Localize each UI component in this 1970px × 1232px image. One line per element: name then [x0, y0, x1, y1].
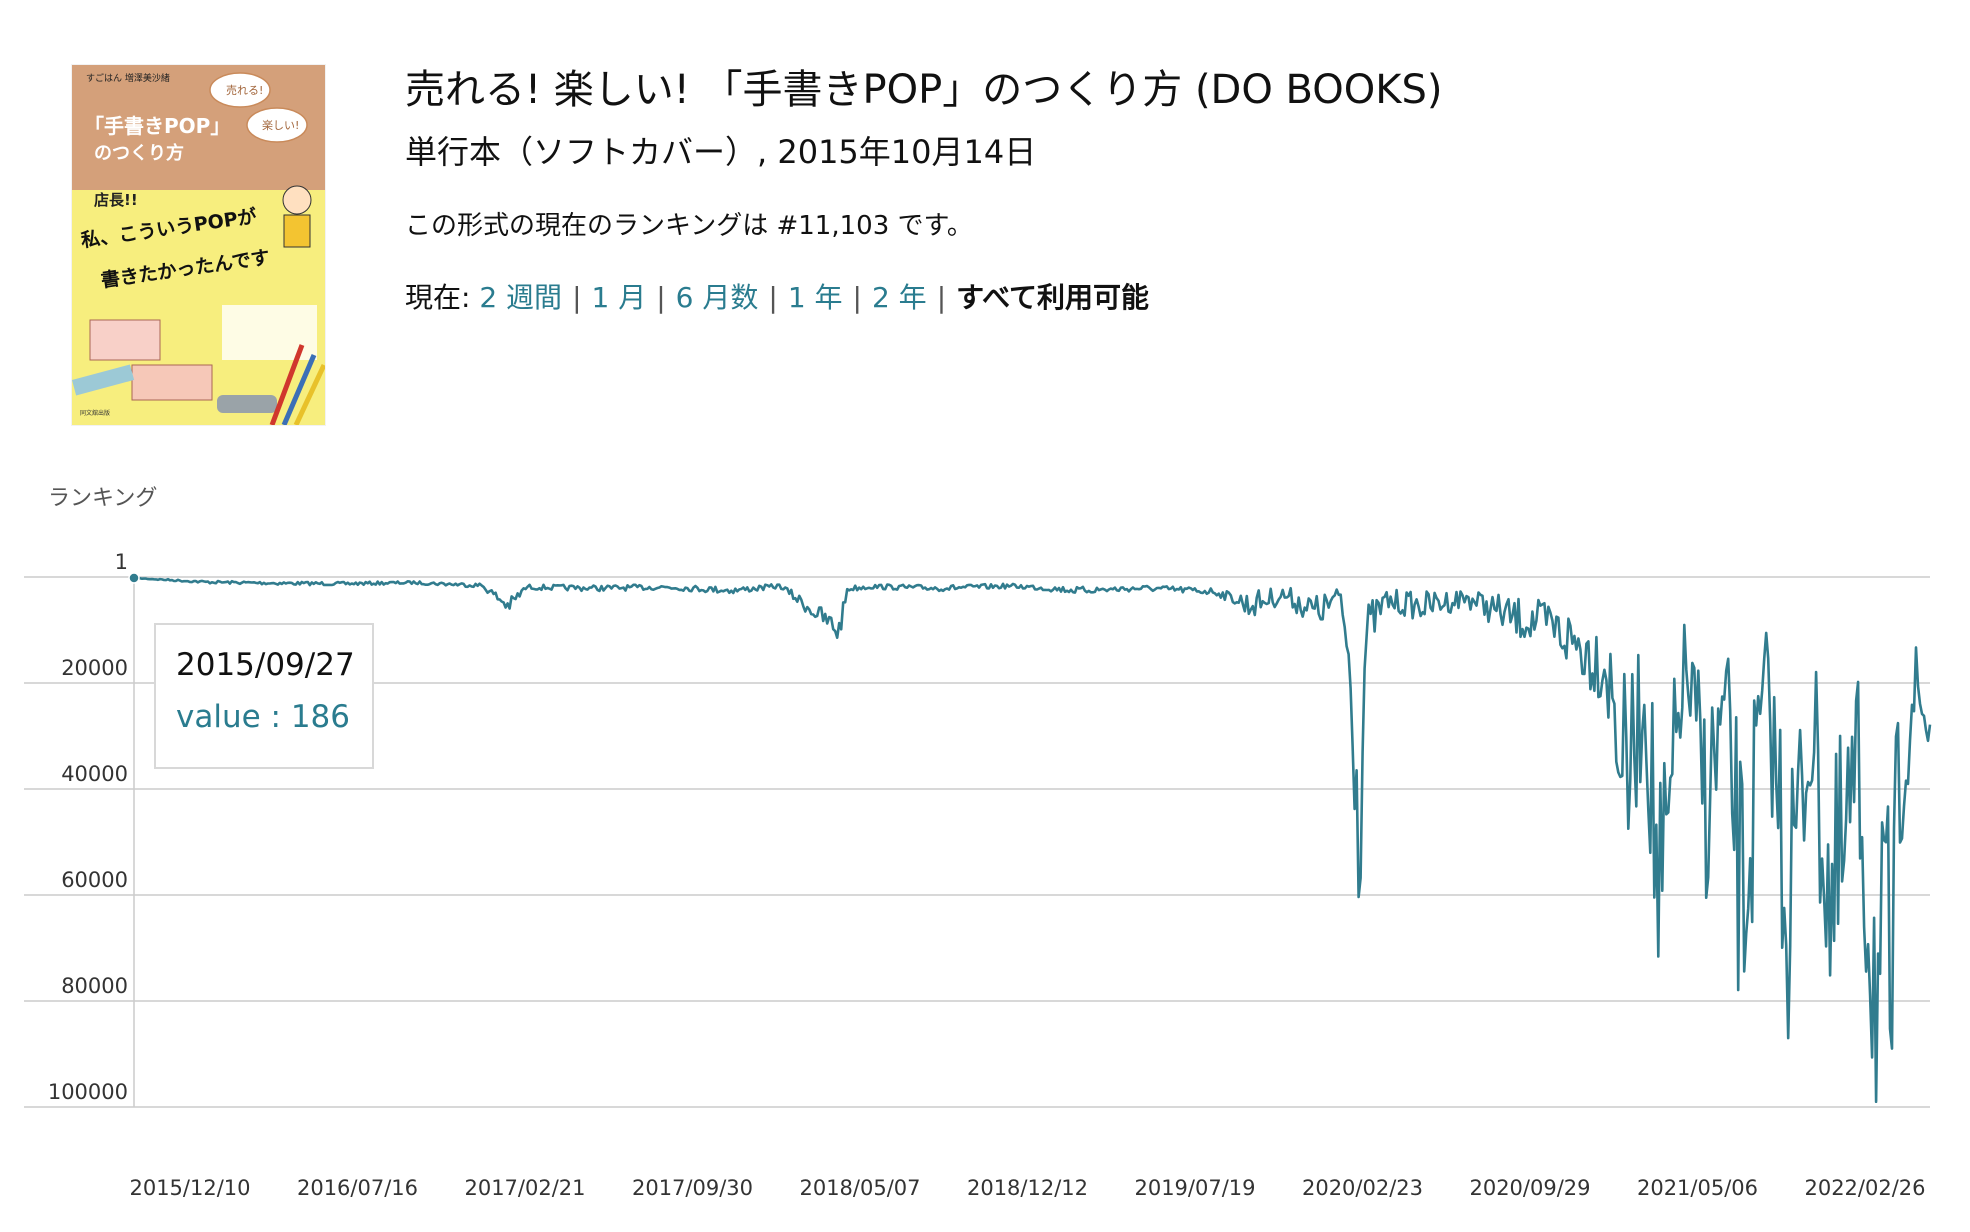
range-option-1-month[interactable]: 1 月	[592, 281, 647, 314]
range-separator: |	[936, 281, 947, 314]
range-selector: 現在: 2 週間 | 1 月 | 6 月数 | 1 年 | 2 年 | すべて利用可能	[405, 278, 1905, 318]
rank-chart[interactable]: ランキング 1 20000 40000 60000 80000 100000 2015/12/…	[0, 470, 1970, 1232]
rank-series-line	[133, 576, 1932, 1104]
y-tick-label: 1	[115, 550, 128, 574]
y-tick-label: 100000	[48, 1080, 128, 1104]
x-tick-label: 2018/12/12	[967, 1176, 1088, 1200]
tooltip-date: 2015/09/27	[176, 647, 355, 683]
range-separator: |	[656, 281, 666, 314]
x-tick-label: 2017/02/21	[464, 1176, 585, 1200]
range-separator: |	[572, 281, 582, 314]
cover-shop-label: 店長!!	[94, 191, 138, 209]
range-separator: |	[768, 281, 778, 314]
y-tick-label: 40000	[61, 762, 128, 786]
x-tick-label: 2020/02/23	[1302, 1176, 1423, 1200]
cover-title-line-1: 「手書きPOP」	[84, 114, 230, 138]
y-tick-label: 80000	[61, 974, 128, 998]
current-rank-text: この形式の現在のランキングは #11,103 です。	[405, 211, 973, 241]
book-cover-image[interactable]: すごはん 増澤美沙緒 売れる! 楽しい! 「手書きPOP」 のつくり方 店長!!…	[72, 65, 325, 425]
tooltip-value: value : 186	[176, 699, 350, 735]
x-tick-label: 2018/05/07	[799, 1176, 920, 1200]
x-tick-label: 2020/09/29	[1469, 1176, 1590, 1200]
x-tick-label: 2022/02/26	[1804, 1176, 1925, 1200]
range-option-2-weeks[interactable]: 2 週間	[479, 281, 562, 314]
cover-bubble-1: 売れる!	[226, 84, 263, 97]
cover-title-line-2: のつくり方	[94, 142, 184, 164]
range-separator: |	[852, 281, 862, 314]
range-option-1-year[interactable]: 1 年	[788, 281, 843, 314]
y-tick-label: 20000	[61, 656, 128, 680]
x-tick-label: 2017/09/30	[632, 1176, 753, 1200]
highlighted-data-point	[128, 572, 140, 584]
cover-bubble-2: 楽しい!	[262, 119, 299, 132]
range-prefix: 現在:	[405, 281, 471, 314]
product-info: 売れる! 楽しい! 「手書きPOP」のつくり方 (DO BOOKS) 単行本（ソ…	[405, 62, 1905, 318]
chart-tooltip: 2015/09/27 value : 186	[154, 623, 374, 769]
rank-chart-svg[interactable]: ランキング 1 20000 40000 60000 80000 100000 2015/12/…	[0, 470, 1970, 1232]
x-tick-label: 2015/12/10	[129, 1176, 250, 1200]
cover-author: すごはん 増澤美沙緒	[86, 72, 170, 84]
range-option-2-years[interactable]: 2 年	[872, 281, 927, 314]
range-option-6-months[interactable]: 6 月数	[676, 281, 759, 314]
product-title: 売れる! 楽しい! 「手書きPOP」のつくり方 (DO BOOKS)	[405, 67, 1443, 113]
product-format: 単行本（ソフトカバー）, 2015年10月14日	[405, 133, 1037, 171]
y-axis-label: ランキング	[48, 486, 157, 511]
x-tick-label: 2016/07/16	[297, 1176, 418, 1200]
x-tick-label: 2019/07/19	[1134, 1176, 1255, 1200]
y-tick-label: 60000	[61, 868, 128, 892]
x-tick-label: 2021/05/06	[1637, 1176, 1758, 1200]
range-option-all[interactable]: すべて利用可能	[956, 281, 1149, 314]
cover-publisher: 同文舘出版	[80, 409, 110, 417]
